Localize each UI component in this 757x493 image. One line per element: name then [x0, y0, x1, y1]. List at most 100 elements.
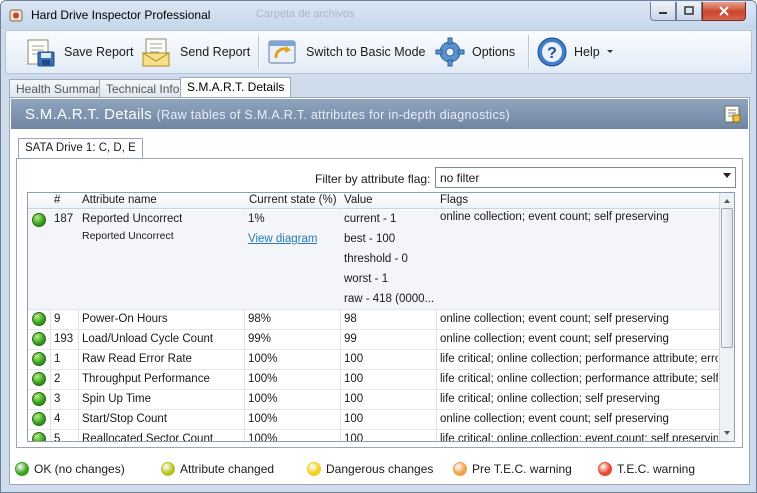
status-dot-icon — [307, 462, 321, 476]
send-report-label: Send Report — [180, 45, 251, 59]
page-title: S.M.A.R.T. Details (Raw tables of S.M.A.… — [25, 106, 510, 123]
table-row[interactable]: 1 Raw Read Error Rate 100% 100 life crit… — [28, 350, 720, 370]
attribute-value: 100 — [344, 353, 364, 365]
current-state: 100% — [248, 393, 278, 405]
gear-icon — [435, 37, 465, 67]
background-window-title: Carpeta de archivos — [256, 8, 355, 20]
legend-label: Dangerous changes — [326, 462, 434, 476]
switch-mode-label: Switch to Basic Mode — [306, 45, 426, 59]
legend-dangerous-changes: Dangerous changes — [307, 462, 433, 476]
attribute-flags: online collection; event count; self pre… — [440, 413, 669, 425]
attribute-name: Spin Up Time — [82, 393, 152, 405]
export-icon[interactable] — [722, 104, 742, 124]
close-icon — [719, 6, 729, 16]
app-window: Hard Drive Inspector Professional Carpet… — [0, 0, 757, 493]
status-legend: OK (no changes) Attribute changed Danger… — [9, 462, 750, 480]
table-row[interactable]: 193 Load/Unload Cycle Count 99% 99 onlin… — [28, 330, 720, 350]
current-state: 99% — [248, 333, 272, 345]
attribute-number: 2 — [54, 373, 61, 385]
status-ok-icon — [32, 432, 46, 441]
column-header-number[interactable]: # — [54, 194, 60, 206]
table-scrollbar[interactable] — [719, 193, 734, 441]
legend-ok: OK (no changes) — [15, 462, 125, 476]
column-header-attribute-name[interactable]: Attribute name — [82, 194, 157, 206]
attribute-value: 100 — [344, 393, 364, 405]
switch-mode-button[interactable]: Switch to Basic Mode — [266, 35, 426, 69]
save-report-button[interactable]: Save Report — [24, 35, 133, 69]
column-header-flags[interactable]: Flags — [440, 194, 468, 206]
legend-label: T.E.C. warning — [617, 462, 696, 476]
help-button[interactable]: ? Help — [536, 35, 614, 69]
section-header: S.M.A.R.T. Details (Raw tables of S.M.A.… — [11, 99, 748, 129]
tab-sata-drive-1[interactable]: SATA Drive 1: C, D, E — [18, 138, 143, 159]
attribute-name: Power-On Hours — [82, 313, 168, 325]
table-row[interactable]: 5 Reallocated Sector Count 100% 100 life… — [28, 430, 720, 442]
current-state: 1% — [248, 213, 265, 225]
filter-value: no filter — [440, 171, 480, 185]
app-icon — [9, 9, 23, 22]
scrollbar-thumb[interactable] — [721, 208, 733, 348]
scroll-up-icon — [724, 199, 730, 203]
column-header-current-state[interactable]: Current state (%) — [249, 194, 337, 206]
attribute-name: Reallocated Sector Count — [82, 433, 214, 442]
attribute-value: 100 — [344, 373, 364, 385]
legend-tec-warning: T.E.C. warning — [598, 462, 695, 476]
attribute-flags: online collection; event count; self pre… — [440, 313, 669, 325]
minimize-button[interactable] — [650, 2, 676, 21]
attribute-name: Reported Uncorrect — [82, 213, 183, 225]
svg-text:?: ? — [547, 45, 557, 62]
page-title-text: S.M.A.R.T. Details — [25, 106, 153, 123]
status-ok-icon — [32, 312, 46, 326]
tab-technical-info[interactable]: Technical Info — [99, 79, 187, 98]
tab-health-summary[interactable]: Health Summary — [9, 79, 113, 98]
table-row[interactable]: 9 Power-On Hours 98% 98 online collectio… — [28, 310, 720, 330]
help-label: Help — [574, 45, 600, 59]
status-dot-icon — [15, 462, 29, 476]
status-ok-icon — [32, 412, 46, 426]
window-title: Hard Drive Inspector Professional — [31, 8, 211, 22]
column-header-value[interactable]: Value — [344, 194, 373, 206]
options-button[interactable]: Options — [434, 35, 515, 69]
options-label: Options — [472, 45, 516, 59]
attribute-number: 1 — [54, 353, 61, 365]
current-state: 100% — [248, 433, 278, 442]
current-state: 100% — [248, 353, 278, 365]
attribute-flags: life critical; online collection; self p… — [440, 393, 660, 405]
toolbar-separator — [528, 35, 529, 69]
attribute-flags: online collection; event count; self pre… — [440, 333, 669, 345]
legend-label: Pre T.E.C. warning — [472, 462, 572, 476]
table-row[interactable]: 3 Spin Up Time 100% 100 life critical; o… — [28, 390, 720, 410]
send-report-icon — [142, 38, 170, 67]
attribute-value: 100 — [344, 413, 364, 425]
value-current: current - 1 — [344, 213, 397, 225]
scroll-down-icon — [724, 431, 730, 435]
attribute-name: Raw Read Error Rate — [82, 353, 192, 365]
maximize-icon — [684, 6, 694, 15]
page-subtitle: (Raw tables of S.M.A.R.T. attributes for… — [156, 108, 511, 122]
help-icon: ? — [537, 37, 567, 67]
scroll-up-button[interactable] — [720, 193, 734, 208]
table-row-expanded[interactable]: 187 Reported Uncorrect Reported Uncorrec… — [28, 210, 720, 310]
view-diagram-link[interactable]: View diagram — [248, 233, 317, 245]
current-state: 98% — [248, 313, 272, 325]
scroll-down-button[interactable] — [720, 426, 734, 441]
filter-label: Filter by attribute flag: — [315, 172, 431, 186]
smart-attributes-table: # Attribute name Current state (%) Value… — [27, 192, 735, 442]
close-button[interactable] — [702, 2, 746, 21]
maximize-button[interactable] — [676, 2, 702, 21]
value-best: best - 100 — [344, 233, 396, 245]
attribute-flags: life critical; online collection; perfor… — [440, 353, 718, 365]
table-row[interactable]: 2 Throughput Performance 100% 100 life c… — [28, 370, 720, 390]
legend-label: Attribute changed — [180, 462, 275, 476]
attribute-name-detail: Reported Uncorrect — [82, 230, 174, 242]
filter-dropdown[interactable]: no filter — [435, 167, 736, 188]
table-row[interactable]: 4 Start/Stop Count 100% 100 online colle… — [28, 410, 720, 430]
status-dot-icon — [453, 462, 467, 476]
status-ok-icon — [32, 372, 46, 386]
attribute-number: 9 — [54, 313, 61, 325]
attribute-name: Load/Unload Cycle Count — [82, 333, 214, 345]
send-report-button[interactable]: Send Report — [140, 35, 250, 69]
tab-smart-details[interactable]: S.M.A.R.T. Details — [180, 77, 292, 98]
attribute-number: 193 — [54, 333, 74, 345]
status-ok-icon — [32, 213, 46, 227]
